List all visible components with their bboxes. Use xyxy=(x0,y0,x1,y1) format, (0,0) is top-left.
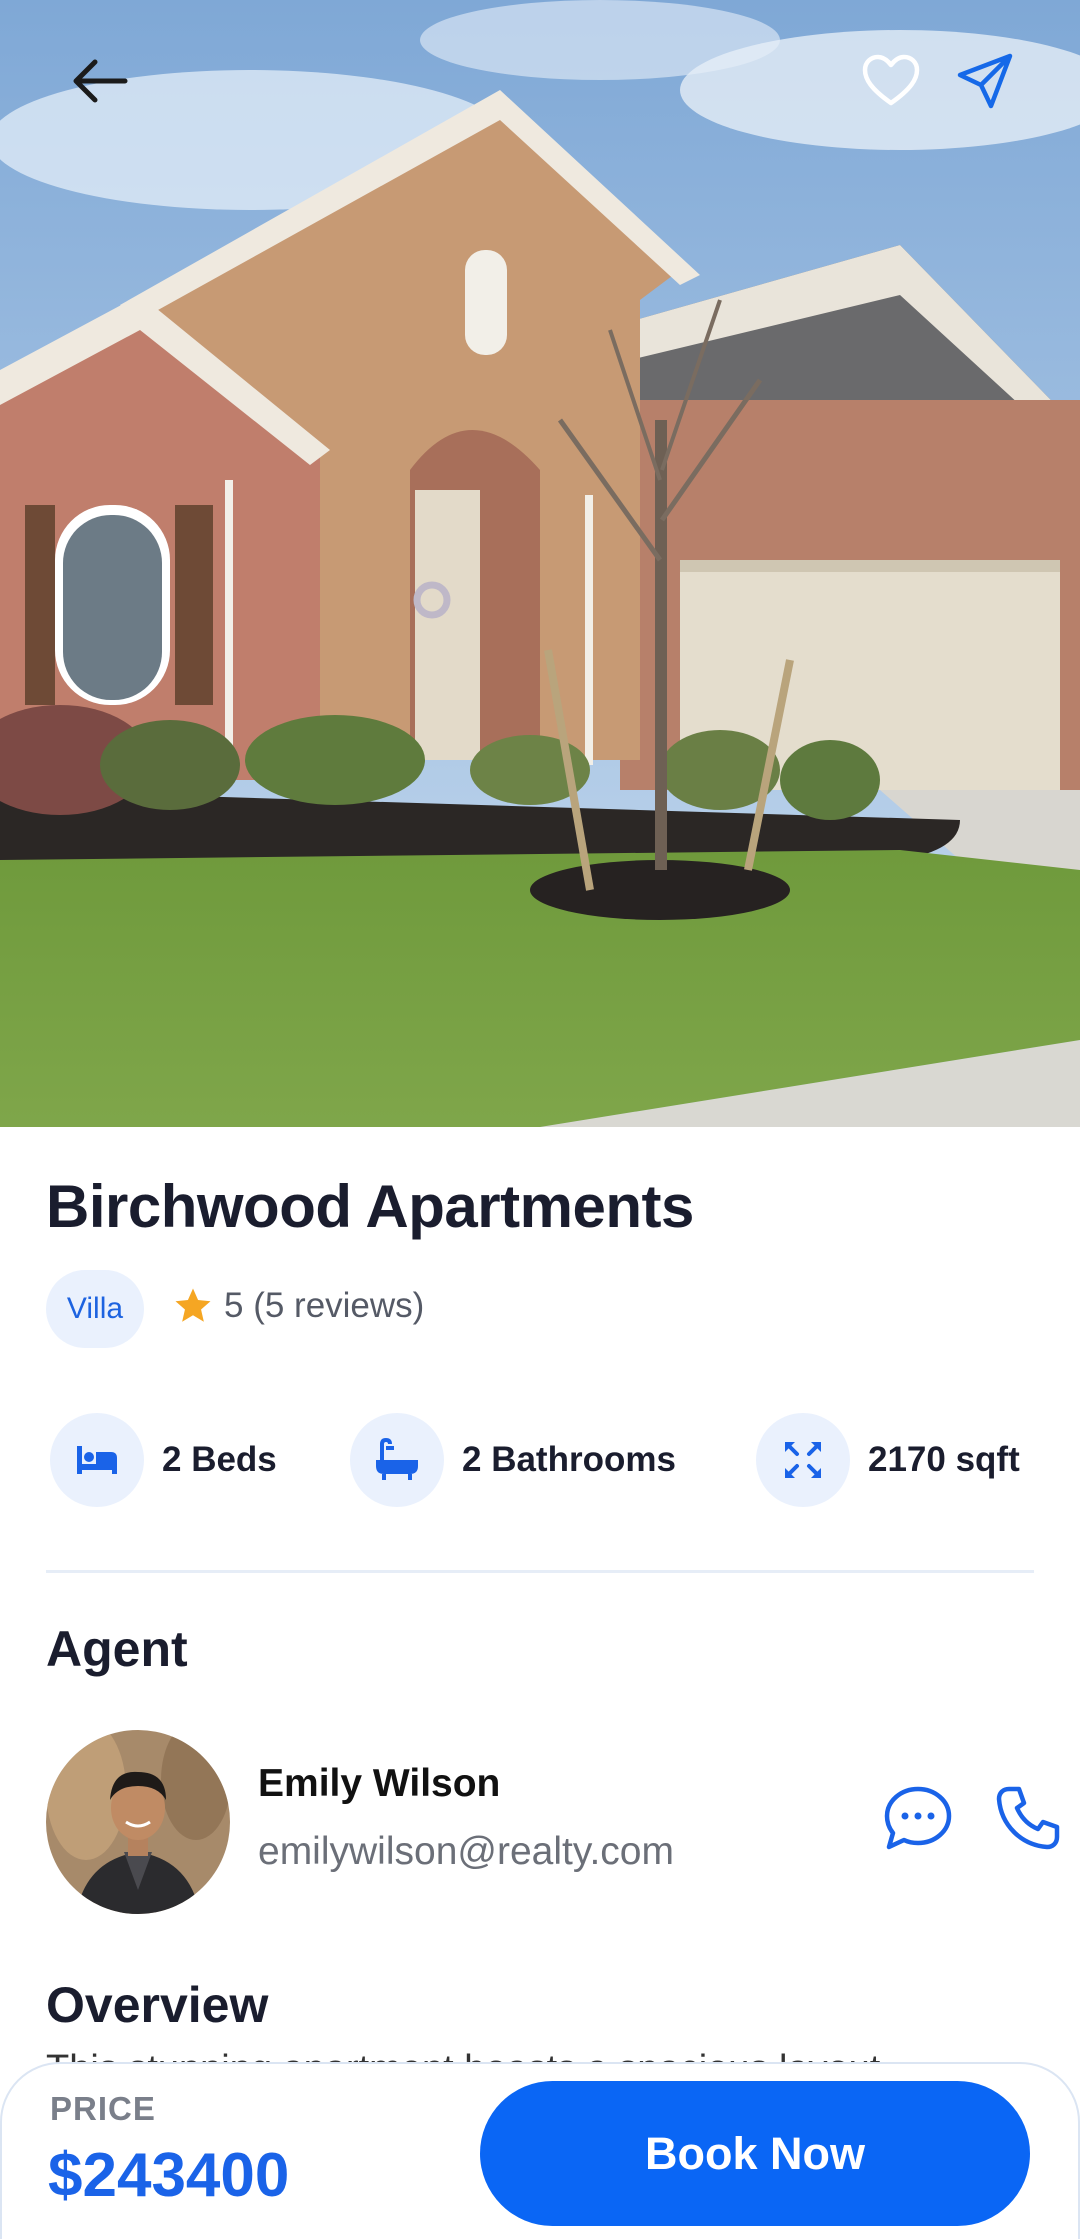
bed-icon-badge xyxy=(50,1413,144,1507)
rating[interactable]: 5 (5 reviews) xyxy=(172,1285,424,1327)
agent-heading: Agent xyxy=(46,1621,188,1677)
arrow-left-icon xyxy=(73,59,128,103)
agent-photo xyxy=(46,1730,230,1914)
area-label: 2170 sqft xyxy=(868,1440,1020,1479)
bathrooms-label: 2 Bathrooms xyxy=(462,1440,676,1479)
rating-text: 5 (5 reviews) xyxy=(224,1286,425,1325)
heart-icon xyxy=(862,54,920,106)
share-button[interactable] xyxy=(940,36,1030,126)
property-title: Birchwood Apartments xyxy=(46,1173,694,1240)
send-icon xyxy=(957,53,1013,109)
star-icon xyxy=(175,1288,211,1322)
back-button[interactable] xyxy=(55,36,145,126)
agent-email[interactable]: emilywilson@realty.com xyxy=(258,1830,674,1874)
call-agent-button[interactable] xyxy=(988,1778,1068,1858)
favorite-button[interactable] xyxy=(846,36,936,126)
expand-icon xyxy=(785,1442,821,1478)
feature-area: 2170 sqft xyxy=(756,1413,1020,1507)
property-hero-image xyxy=(0,0,1080,1127)
phone-icon xyxy=(996,1786,1060,1850)
overview-heading: Overview xyxy=(46,1977,269,2033)
bathtub-icon xyxy=(376,1438,418,1480)
agent-name: Emily Wilson xyxy=(258,1762,501,1805)
beds-label: 2 Beds xyxy=(162,1440,277,1479)
house-photo xyxy=(0,0,1080,1127)
expand-icon-badge xyxy=(756,1413,850,1507)
bathtub-icon-badge xyxy=(350,1413,444,1507)
feature-beds: 2 Beds xyxy=(50,1413,277,1507)
agent-avatar[interactable] xyxy=(46,1730,230,1914)
property-type-badge: Villa xyxy=(46,1270,144,1348)
price-value: $243400 xyxy=(48,2141,290,2210)
price-label: PRICE xyxy=(50,2090,156,2127)
section-divider xyxy=(46,1570,1034,1573)
feature-bathrooms: 2 Bathrooms xyxy=(350,1413,676,1507)
message-agent-button[interactable] xyxy=(878,1778,958,1858)
bed-icon xyxy=(77,1446,117,1474)
book-now-button[interactable]: Book Now xyxy=(480,2081,1030,2226)
chat-bubble-icon xyxy=(884,1786,952,1850)
